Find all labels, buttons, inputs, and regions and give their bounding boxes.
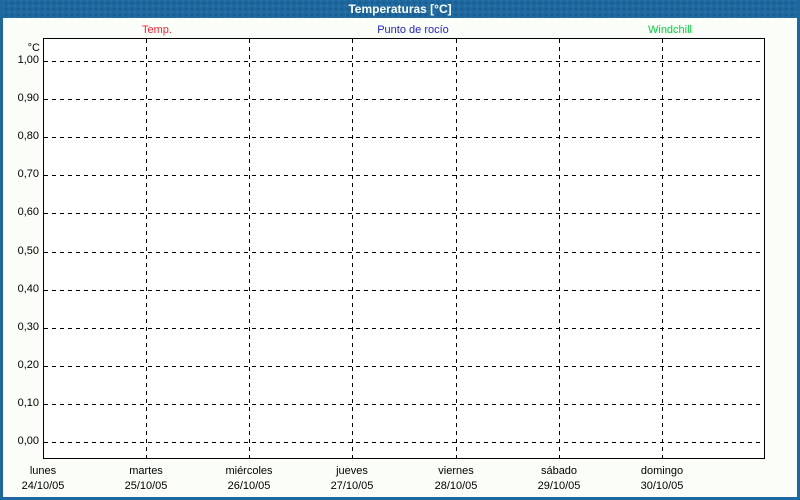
y-tick-label: 0,50: [17, 245, 39, 257]
y-tick-label: 0,00: [17, 435, 39, 447]
plot-area: [43, 38, 765, 462]
x-day-label: domingo: [640, 465, 684, 477]
y-tick-label: 0,30: [17, 321, 39, 333]
x-date-label: 27/10/05: [330, 480, 374, 492]
legend-item-temp: Temp.: [142, 24, 172, 36]
x-day-label: jueves: [336, 465, 368, 477]
v-gridline: [249, 39, 250, 462]
title-bar: Temperaturas [°C]: [3, 0, 797, 18]
legend-item-punto-de-rocio: Punto de rocío: [377, 24, 449, 36]
h-gridline: [44, 213, 764, 214]
h-gridline: [44, 366, 764, 367]
y-axis-unit-label: °C: [27, 42, 40, 54]
h-gridline: [44, 328, 764, 329]
h-gridline: [44, 442, 764, 443]
legend-item-windchill: Windchill: [647, 24, 693, 36]
h-gridline: [44, 252, 764, 253]
v-gridline: [559, 39, 560, 462]
h-gridline: [44, 290, 764, 291]
h-gridline: [44, 175, 764, 176]
v-gridline: [352, 39, 353, 462]
y-tick-label: 0,90: [17, 92, 39, 104]
x-date-label: 26/10/05: [227, 480, 271, 492]
y-tick-label: 1,00: [17, 54, 39, 66]
y-tick-label: 0,40: [17, 283, 39, 295]
x-date-label: 25/10/05: [124, 480, 168, 492]
y-tick-label: 0,60: [17, 206, 39, 218]
h-gridline: [44, 137, 764, 138]
y-tick-label: 0,80: [17, 130, 39, 142]
h-gridline: [44, 404, 764, 405]
v-gridline: [146, 39, 147, 462]
x-day-label: lunes: [29, 465, 57, 477]
h-gridline: [44, 61, 764, 62]
x-date-label: 28/10/05: [434, 480, 478, 492]
y-tick-label: 0,20: [17, 359, 39, 371]
x-day-label: martes: [129, 465, 163, 477]
x-date-label: 29/10/05: [537, 480, 581, 492]
x-day-label: viernes: [438, 465, 474, 477]
y-tick-label: 0,10: [17, 397, 39, 409]
chart-title: Temperaturas [°C]: [348, 2, 452, 16]
x-date-label: 30/10/05: [640, 480, 684, 492]
v-gridline: [456, 39, 457, 462]
y-tick-label: 0,70: [17, 168, 39, 180]
x-day-label: sábado: [540, 465, 578, 477]
x-day-label: miércoles: [225, 465, 273, 477]
h-gridline: [44, 99, 764, 100]
x-date-label: 24/10/05: [21, 480, 65, 492]
chart-window: Temperaturas [°C] Temp. Punto de rocío Win…: [0, 0, 800, 500]
v-gridline: [662, 39, 663, 462]
